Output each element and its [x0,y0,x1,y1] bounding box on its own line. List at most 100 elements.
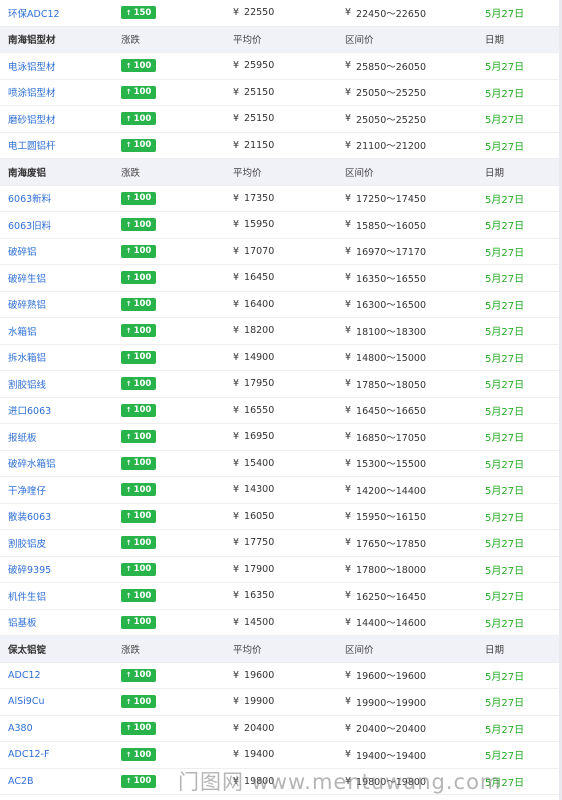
product-link[interactable]: AC2B [8,769,118,795]
product-link[interactable]: 割胶铝皮 [8,530,118,556]
change-cell: ↑ 100 [121,610,161,636]
change-cell: ↑ 100 [121,398,161,424]
range-price: ¥19600～19600 [345,663,475,689]
change-value: 150 [133,7,152,18]
date-cell: 5月27日 [485,194,525,206]
product-link[interactable]: 6063旧料 [8,212,118,238]
product-link[interactable]: 割胶铝线 [8,371,118,397]
average-price: ¥20400 [233,716,333,742]
table-row: 电泳铝型材 ↑ 100 ¥25950 ¥25850～26050 5月27日 [0,53,562,80]
change-badge: ↑ 100 [121,456,156,470]
change-badge: ↑ 100 [121,138,156,152]
product-link[interactable]: 磨砂铝型材 [8,106,118,132]
change-badge: ↑ 100 [121,483,156,497]
up-arrow-icon: ↑ [125,220,132,229]
currency-symbol: ¥ [233,749,240,761]
product-link[interactable]: 破碎生铝 [8,265,118,291]
product-link[interactable]: 机件生铝 [8,583,118,609]
change-value: 100 [133,537,152,548]
average-price: ¥25150 [233,106,333,132]
product-link[interactable]: 环保ADC12 [8,0,118,26]
range-value: 14400～14600 [356,618,426,630]
header-change: 涨跌 [121,167,141,179]
date-cell: 5月27日 [485,247,525,259]
change-badge: ↑ 100 [121,615,156,629]
table-row: 6063新料 ↑ 100 ¥17350 ¥17250～17450 5月27日 [0,185,562,212]
product-link[interactable]: ADC12-F [8,742,118,768]
currency-symbol: ¥ [345,351,352,363]
up-arrow-icon: ↑ [125,671,132,680]
average-value: 19600 [244,669,275,681]
change-badge: ↑ 100 [121,536,156,550]
product-link[interactable]: 破碎铝 [8,239,118,265]
table-row: 割胶铝皮 ↑ 100 ¥17750 ¥17650～17850 5月27日 [0,530,562,557]
product-link[interactable]: 破碎熟铝 [8,292,118,318]
header-change: 涨跌 [121,644,141,656]
range-value: 21100～21200 [356,141,426,153]
product-link[interactable]: 拆水箱铝 [8,345,118,371]
product-link[interactable]: 破碎水箱铝 [8,451,118,477]
range-value: 16970～17170 [356,247,426,259]
change-cell: ↑ 100 [121,663,161,689]
currency-symbol: ¥ [345,245,352,257]
change-badge: ↑ 100 [121,244,156,258]
range-value: 25050～25250 [356,114,426,126]
average-value: 21150 [244,139,275,151]
date-cell: 5月27日 [485,88,525,100]
average-value: 16950 [244,431,275,443]
range-value: 22450～22650 [356,8,426,20]
product-link[interactable]: 干净喹仔 [8,477,118,503]
product-link[interactable]: ADC12 [8,663,118,689]
section-header: 保太铝锭 涨跌 平均价 区间价 日期 [0,636,562,663]
range-value: 20400～20400 [356,724,426,736]
change-cell: ↑ 100 [121,239,161,265]
table-row: 破碎水箱铝 ↑ 100 ¥15400 ¥15300～15500 5月27日 [0,450,562,477]
product-link[interactable]: 水箱铝 [8,318,118,344]
product-link[interactable]: A380 [8,716,118,742]
date-cell: 5月27日 [485,459,525,471]
change-cell: ↑ 100 [121,583,161,609]
change-cell: ↑ 100 [121,742,161,768]
product-link[interactable]: 喷涂铝型材 [8,80,118,106]
average-price: ¥15950 [233,212,333,238]
range-price: ¥19400～19400 [345,742,475,768]
up-arrow-icon: ↑ [125,61,132,70]
range-value: 19900～19900 [356,697,426,709]
product-link[interactable]: 进口6063 [8,398,118,424]
product-link[interactable]: 电泳铝型材 [8,53,118,79]
product-link[interactable]: 电工圆铝杆 [8,133,118,159]
product-link[interactable]: 6063新料 [8,186,118,212]
range-value: 17800～18000 [356,565,426,577]
change-value: 100 [133,325,152,336]
header-range: 区间价 [345,35,374,47]
date-cell: 5月27日 [485,221,525,233]
average-price: ¥25150 [233,80,333,106]
range-price: ¥17650～17850 [345,530,475,556]
currency-symbol: ¥ [345,563,352,575]
currency-symbol: ¥ [233,113,240,125]
average-value: 17750 [244,537,275,549]
change-value: 100 [133,113,152,124]
change-cell: ↑ 100 [121,689,161,715]
change-cell: ↑ 100 [121,80,161,106]
date-cell: 5月27日 [485,512,525,524]
product-link[interactable]: 报纸板 [8,424,118,450]
range-value: 15950～16150 [356,512,426,524]
change-cell: ↑ 100 [121,451,161,477]
change-badge: ↑ 100 [121,695,156,709]
product-link[interactable]: 破碎9395 [8,557,118,583]
product-link[interactable]: 散装6063 [8,504,118,530]
currency-symbol: ¥ [345,669,352,681]
up-arrow-icon: ↑ [125,432,132,441]
change-cell: ↑ 100 [121,716,161,742]
range-price: ¥14400～14600 [345,610,475,636]
product-link[interactable]: AlSi9Cu [8,689,118,715]
date-cell: 5月27日 [485,539,525,551]
range-price: ¥14200～14400 [345,477,475,503]
change-badge: ↑ 100 [121,668,156,682]
product-link[interactable]: 铝基板 [8,610,118,636]
change-cell: ↑ 100 [121,186,161,212]
average-value: 17070 [244,245,275,257]
range-value: 16850～17050 [356,432,426,444]
currency-symbol: ¥ [345,457,352,469]
